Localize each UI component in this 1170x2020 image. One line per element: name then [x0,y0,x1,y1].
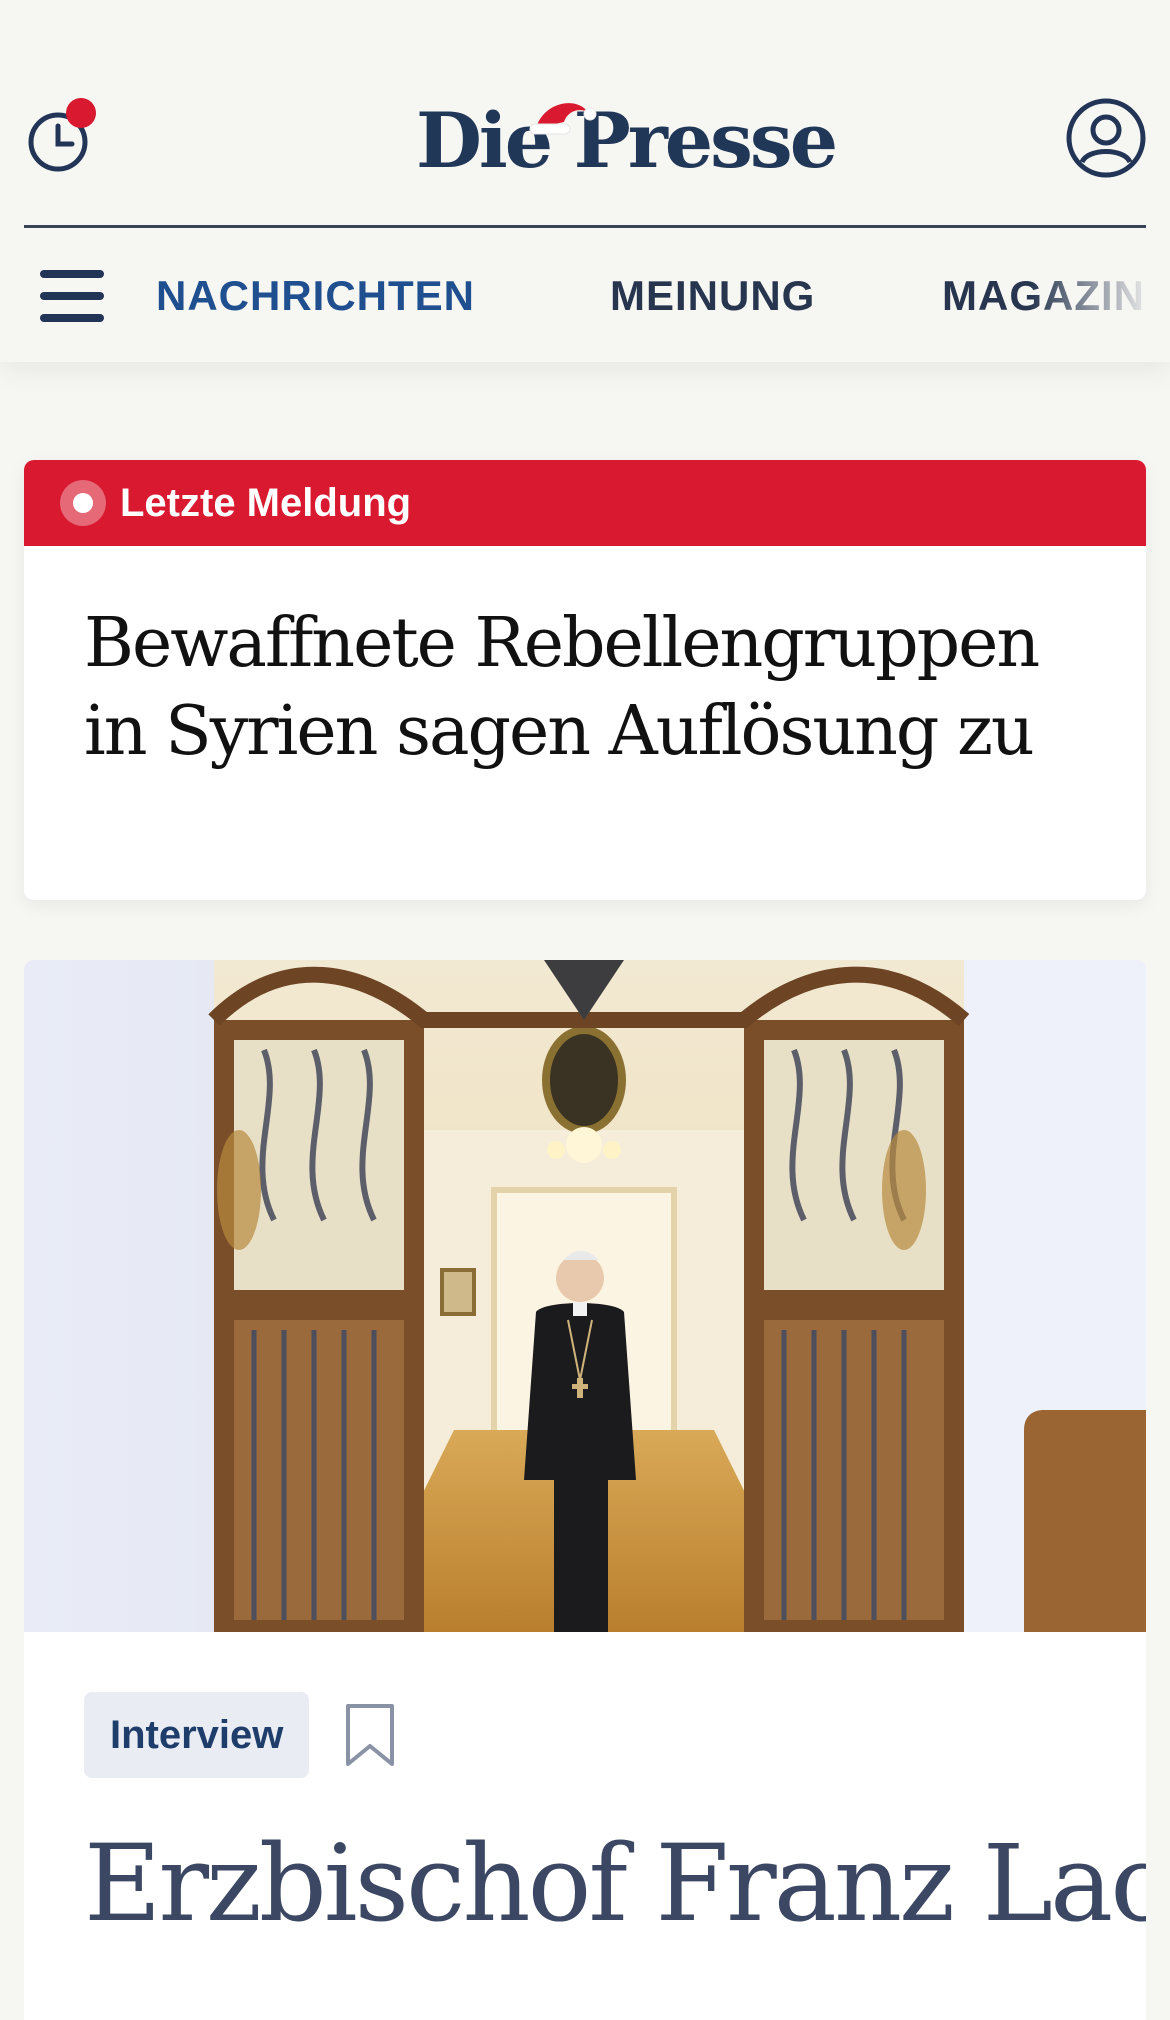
article-teaser-card[interactable]: Interview Erzbischof Franz Lackner: „Die… [24,960,1146,2020]
article-headline[interactable]: Erzbischof Franz Lackner: „Die Zeit [84,1820,1146,1948]
history-button[interactable] [26,94,100,178]
nav-fade-overlay [1030,250,1170,340]
logo-text: Die Presse [416,96,838,185]
account-button[interactable] [1064,96,1148,180]
site-logo[interactable]: Die Presse [416,96,838,186]
hero-photo[interactable] [24,960,1146,1632]
nav-item-meinung[interactable]: MEINUNG [610,270,815,322]
header-divider [24,225,1146,228]
nav-item-nachrichten[interactable]: NACHRICHTEN [156,270,475,322]
article-tag[interactable]: Interview [84,1692,310,1778]
breaking-news-bar: Letzte Meldung [24,460,1146,546]
breaking-news-headline[interactable]: Bewaffnete Rebellengruppen in Syrien sag… [84,600,1084,776]
breaking-news-label: Letzte Meldung [120,481,412,525]
live-dot-icon [60,480,106,526]
site-header: Die Presse NACHRICHTEN MEINUNG MAGAZIN [0,0,1170,362]
notification-dot [66,98,96,128]
menu-button[interactable] [36,266,108,326]
bookmark-icon [346,1704,394,1766]
user-account-icon [1066,98,1146,178]
breaking-news-card[interactable]: Letzte Meldung Bewaffnete Rebellengruppe… [24,460,1146,900]
santa-hat-icon [529,103,597,135]
bookmark-button[interactable] [344,1702,396,1768]
hamburger-menu-icon [40,270,104,278]
